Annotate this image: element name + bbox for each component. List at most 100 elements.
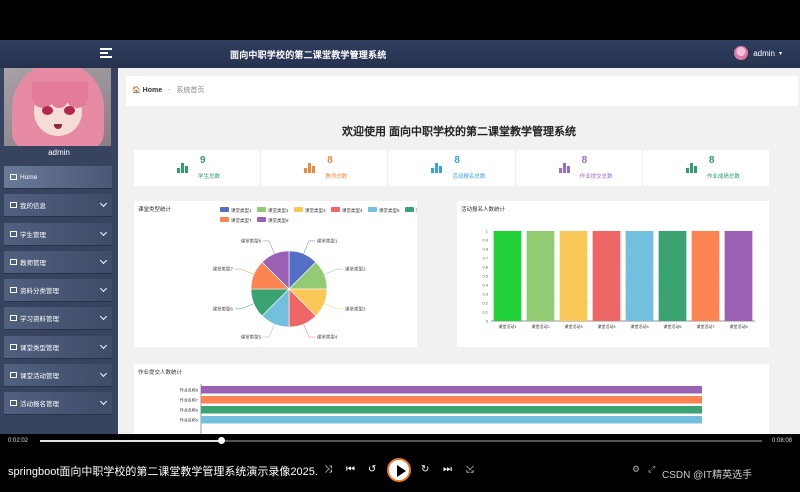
pie-slice-label: 课堂类型1	[317, 237, 338, 244]
bar[interactable]	[526, 231, 555, 321]
sidebar-item-5[interactable]: 学习资料管理	[4, 307, 112, 330]
stat-value: 8	[708, 155, 715, 166]
pie-legend-label[interactable]: 课堂类型1	[231, 207, 252, 214]
pie-legend-label[interactable]: 课堂类型6	[416, 207, 437, 214]
stat-card-1: 8 教师总数	[261, 150, 389, 186]
current-time: 0:02:02	[8, 438, 29, 444]
pie-label-line	[324, 303, 344, 310]
bar-y-tick: 0.5	[482, 274, 488, 279]
bar-x-tick: 课堂活动3	[564, 323, 583, 329]
sidebar-item-label: 学习资料管理	[20, 316, 59, 324]
sidebar-item-6[interactable]: 课堂类型管理	[4, 335, 112, 358]
sidebar-item-label: 教师管理	[20, 259, 46, 267]
pie-chart-panel: 课堂类型统计 课堂类型1课堂类型2课堂类型3课堂类型4课堂类型5课堂类型6课堂类…	[134, 201, 437, 347]
hbar[interactable]	[201, 396, 702, 404]
caret-down-icon: ▾	[778, 50, 782, 57]
sidebar-item-4[interactable]: 资料分类管理	[4, 279, 112, 302]
sidebar-item-8[interactable]: 活动报名管理	[4, 392, 112, 415]
settings-icon[interactable]: ⚙	[632, 464, 640, 475]
pie-chart: 课堂类型1 课堂类型2 课堂类型3 课堂类型4 课堂类型5 课堂类型6 课堂类型7 课堂类型8…	[212, 207, 437, 341]
pie-legend-swatch[interactable]	[257, 217, 266, 222]
chevron-down-icon	[99, 313, 108, 321]
bar-chart-icon	[177, 163, 188, 173]
home-icon: 🏠	[132, 87, 141, 94]
hbar[interactable]	[201, 416, 702, 424]
bar-chart: 0 0.1 0.2 0.3 0.4 0.5 0.6 0.7 0.8 0.9 1 课堂活动1 课堂活动2 课…	[482, 229, 755, 329]
bar-chart-panel: 活动报名人数统计 0 0.1 0.2 0.3 0.4 0.5 0.6 0.7 0.8 0.9 1 课堂…	[457, 201, 769, 347]
sidebar: admin Home 我的信息学生管理教师管理资料分类管理学习资料管理 课堂类型管理…	[0, 68, 118, 434]
fullscreen-icon[interactable]: ⤢	[648, 464, 655, 475]
bar[interactable]	[592, 231, 621, 321]
next-icon[interactable]: ⏭	[443, 464, 452, 475]
play-button[interactable]	[387, 458, 411, 482]
bar-chart-icon	[558, 163, 570, 173]
sidebar-item-3[interactable]: 教师管理	[4, 250, 112, 273]
pie-slice-label: 课堂类型5	[241, 334, 262, 341]
bar-y-tick: 1	[486, 229, 489, 234]
user-menu[interactable]: admin ▾	[734, 46, 782, 60]
bar[interactable]	[625, 231, 654, 321]
loop-icon[interactable]: ⤩	[466, 464, 474, 475]
pie-legend-label[interactable]: 课堂类型2	[268, 207, 289, 214]
shuffle-icon[interactable]: ⤨	[324, 464, 332, 475]
pie-slice-label: 课堂类型8	[241, 237, 262, 244]
pie-legend-swatch[interactable]	[405, 207, 414, 212]
bar-y-tick: 0.2	[482, 301, 488, 306]
pie-legend-label[interactable]: 课堂类型3	[305, 207, 326, 214]
rewind-icon[interactable]: ↺	[368, 464, 376, 475]
bar-y-tick: 0.1	[482, 310, 488, 315]
profile-name: admin	[48, 148, 70, 157]
video-title: springboot面向中职学校的第二课堂教学管理系统演示录像2025...	[8, 466, 318, 478]
sidebar-item-label: 课堂类型管理	[20, 344, 59, 352]
hbar[interactable]	[201, 406, 702, 414]
pie-label-line	[234, 303, 254, 310]
forward-icon[interactable]: ↻	[421, 464, 429, 475]
pie-legend-label[interactable]: 课堂类型5	[379, 207, 400, 214]
seek-thumb[interactable]	[217, 437, 225, 444]
menu-item-icon	[10, 400, 17, 407]
breadcrumb-home[interactable]: Home	[143, 87, 162, 94]
bar[interactable]	[559, 231, 588, 321]
stat-card-2: 8 活动报名总数	[388, 150, 516, 186]
bar-y-tick: 0.6	[482, 265, 488, 270]
sidebar-item-2[interactable]: 学生管理	[4, 222, 112, 245]
bar-y-tick: 0.7	[482, 256, 488, 261]
bar[interactable]	[493, 231, 522, 321]
stat-value: 8	[454, 155, 460, 166]
hbar-chart: 作业名称8 作业名称7 作业名称6 作业名称5	[180, 384, 702, 434]
breadcrumb-current: 系统首页	[176, 87, 205, 94]
hbar-chart-title: 作业提交人数统计	[138, 370, 183, 376]
pie-legend-swatch[interactable]	[331, 207, 340, 212]
pie-legend-label[interactable]: 课堂类型4	[342, 207, 363, 214]
bar-x-tick: 课堂活动8	[729, 323, 748, 329]
pie-slice-label: 课堂类型4	[317, 334, 338, 341]
sidebar-item-label: 学生管理	[20, 231, 46, 239]
chevron-down-icon	[99, 256, 108, 264]
sidebar-item-0[interactable]: Home	[4, 166, 112, 188]
bar-x-tick: 课堂活动2	[531, 323, 550, 329]
menu-toggle-icon[interactable]	[100, 48, 112, 59]
stat-value: 9	[200, 155, 206, 166]
sidebar-item-1[interactable]: 我的信息	[4, 194, 112, 217]
sidebar-item-7[interactable]: 课堂活动管理	[4, 364, 112, 387]
pie-label-line	[324, 268, 344, 275]
bar[interactable]	[691, 231, 720, 321]
pie-legend-swatch[interactable]	[368, 207, 377, 212]
pie-legend-label[interactable]: 课堂类型8	[268, 217, 289, 224]
avatar	[734, 46, 749, 60]
seek-bar[interactable]	[40, 437, 762, 444]
pie-legend-swatch[interactable]	[257, 207, 266, 212]
pie-slice-label: 课堂类型6	[212, 305, 233, 312]
bar[interactable]	[658, 231, 687, 321]
pie-legend-swatch[interactable]	[220, 217, 229, 222]
chevron-down-icon	[99, 285, 108, 293]
pie-legend-label[interactable]: 课堂类型7	[231, 217, 252, 224]
pie-legend-swatch[interactable]	[294, 207, 303, 212]
previous-icon[interactable]: ⏮	[346, 464, 355, 475]
pie-legend-swatch[interactable]	[220, 207, 229, 212]
hbar[interactable]	[201, 386, 702, 394]
stat-label: 学生总数	[198, 174, 221, 180]
sidebar-item-label: 活动报名管理	[20, 401, 59, 409]
pie-slice-label: 课堂类型2	[345, 266, 366, 273]
bar[interactable]	[724, 231, 753, 321]
